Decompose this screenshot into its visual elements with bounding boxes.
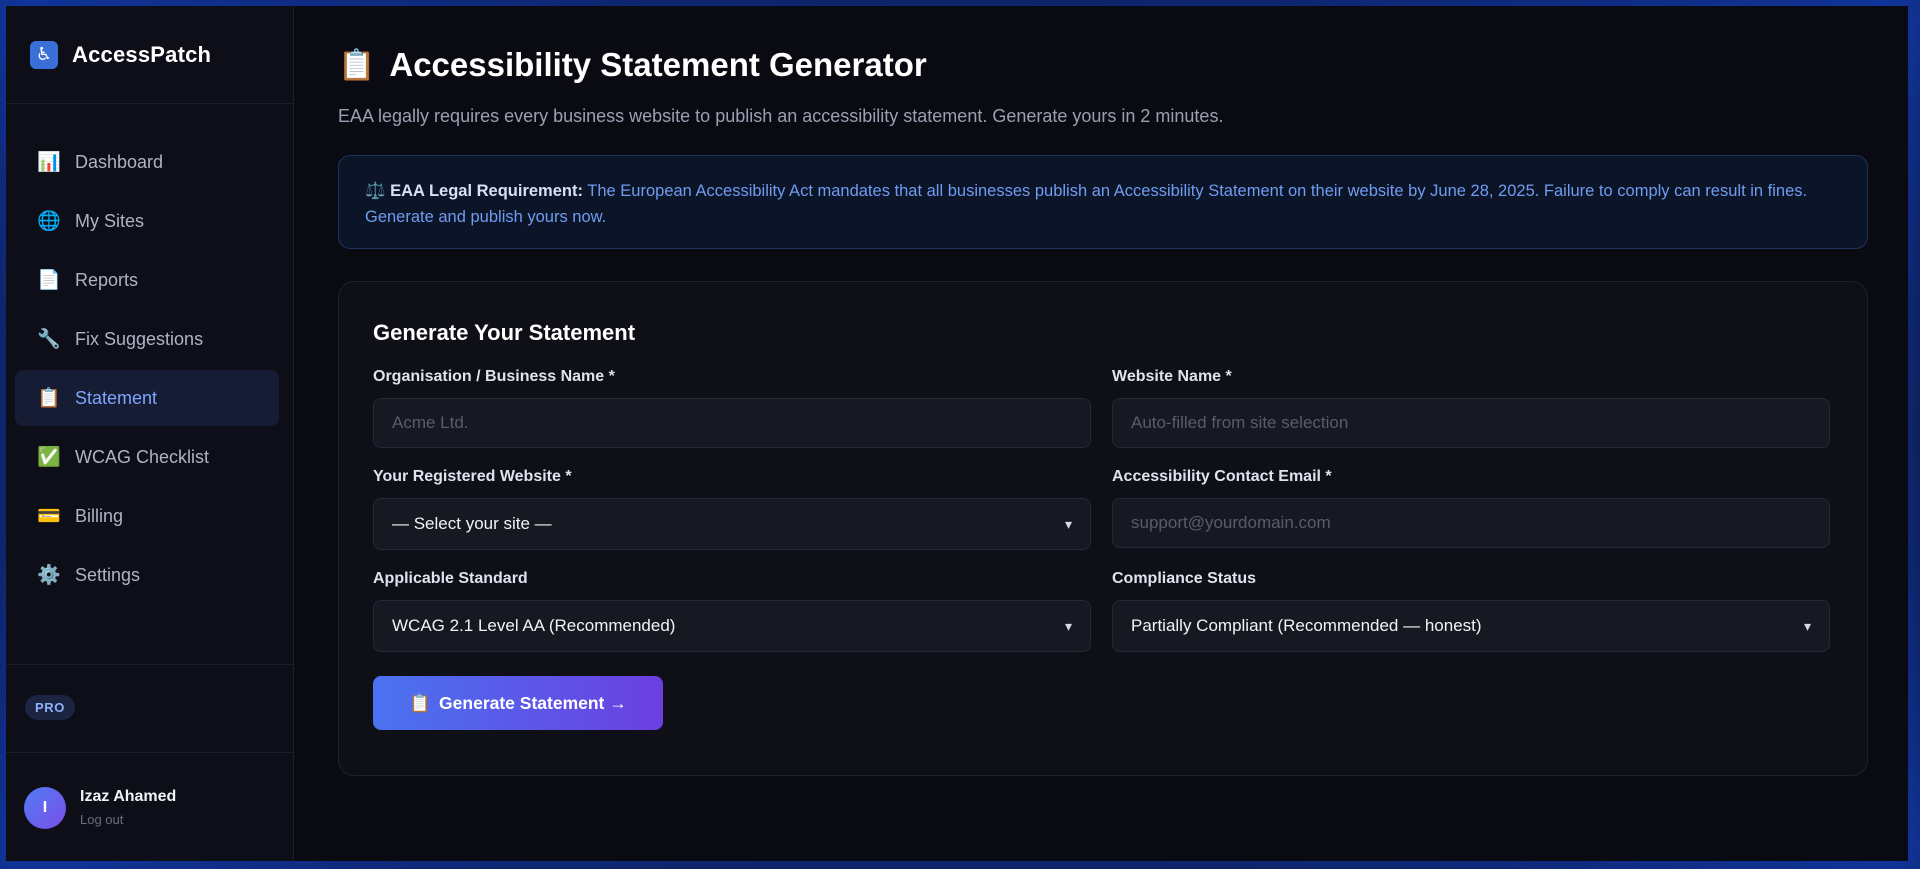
email-label: Accessibility Contact Email * (1112, 468, 1332, 485)
site-field-group: Your Registered Website * — Select your … (373, 468, 1091, 550)
standard-select-value: WCAG 2.1 Level AA (Recommended) (392, 616, 676, 635)
status-select-value: Partially Compliant (Recommended — hones… (1131, 616, 1482, 635)
page-subtitle: EAA legally requires every business webs… (338, 106, 1224, 126)
chevron-down-icon: ▾ (1803, 617, 1811, 634)
sidebar-item-label: Fix Suggestions (75, 328, 204, 349)
wrench-icon: 🔧 (37, 329, 61, 350)
legal-notice: ⚖️ EAA Legal Requirement: The European A… (338, 155, 1868, 249)
brand-name: AccessPatch (72, 41, 212, 67)
user-section: I Izaz Ahamed Log out (6, 752, 293, 862)
sidebar-item-label: Dashboard (75, 151, 164, 172)
sidebar-item-label: Billing (75, 505, 124, 526)
site-select-value: — Select your site — (392, 514, 552, 533)
plan-section: PRO (6, 664, 293, 752)
sidebar-item-label: Statement (75, 387, 158, 408)
user-info: Izaz Ahamed Log out (80, 788, 176, 827)
email-field-group: Accessibility Contact Email * support@yo… (1112, 468, 1830, 550)
status-field-group: Compliance Status Partially Compliant (R… (1112, 570, 1830, 652)
plan-badge: PRO (25, 695, 75, 720)
sidebar-item-billing[interactable]: 💳 Billing (15, 488, 279, 544)
bar-chart-icon: 📊 (37, 152, 61, 173)
scales-icon: ⚖️ (365, 182, 386, 200)
sidebar-item-label: Settings (75, 564, 141, 585)
generate-statement-button[interactable]: 📋 Generate Statement → (373, 676, 663, 730)
website-name-input[interactable]: Auto-filled from site selection (1112, 398, 1830, 448)
status-select[interactable]: Partially Compliant (Recommended — hones… (1112, 600, 1830, 652)
org-label: Organisation / Business Name * (373, 368, 615, 385)
sidebar-item-reports[interactable]: 📄 Reports (15, 252, 279, 308)
statement-form: Generate Your Statement Organisation / B… (338, 281, 1868, 776)
notice-label: EAA Legal Requirement: (390, 182, 583, 200)
chevron-down-icon: ▾ (1064, 617, 1072, 634)
page-title-text: Accessibility Statement Generator (389, 46, 927, 83)
sidebar-item-fix-suggestions[interactable]: 🔧 Fix Suggestions (15, 311, 279, 367)
page-title: 📋 Accessibility Statement Generator (338, 46, 1868, 84)
org-field-group: Organisation / Business Name * Acme Ltd. (373, 368, 1091, 448)
sidebar-nav: 📊 Dashboard 🌐 My Sites 📄 Reports 🔧 Fix S… (6, 104, 293, 603)
email-field[interactable]: support@yourdomain.com (1112, 498, 1830, 548)
standard-select[interactable]: WCAG 2.1 Level AA (Recommended) ▾ (373, 600, 1091, 652)
brand[interactable]: ♿ AccessPatch (6, 6, 293, 104)
sidebar-item-my-sites[interactable]: 🌐 My Sites (15, 193, 279, 249)
form-title: Generate Your Statement (373, 320, 636, 345)
logout-link[interactable]: Log out (80, 812, 176, 827)
website-name-field-group: Website Name * Auto-filled from site sel… (1112, 368, 1830, 448)
sidebar-item-label: Reports (75, 269, 139, 290)
checkmark-icon: ✅ (37, 447, 61, 468)
site-label: Your Registered Website * (373, 468, 572, 485)
sidebar-item-label: My Sites (75, 210, 145, 231)
sidebar-item-settings[interactable]: ⚙️ Settings (15, 547, 279, 603)
site-select[interactable]: — Select your site — ▾ (373, 498, 1091, 550)
sidebar: ♿ AccessPatch 📊 Dashboard 🌐 My Sites 📄 R… (6, 6, 294, 861)
credit-card-icon: 💳 (37, 506, 61, 527)
app-window: ♿ AccessPatch 📊 Dashboard 🌐 My Sites 📄 R… (6, 6, 1908, 861)
user-name: Izaz Ahamed (80, 788, 177, 805)
clipboard-icon: 📋 (37, 388, 61, 409)
avatar[interactable]: I (24, 786, 66, 829)
document-icon: 📄 (37, 270, 61, 291)
generate-button-label: Generate Statement → (439, 692, 627, 713)
chevron-down-icon: ▾ (1064, 515, 1072, 532)
form-grid: Organisation / Business Name * Acme Ltd.… (373, 368, 1833, 672)
status-label: Compliance Status (1112, 570, 1257, 587)
org-name-input[interactable]: Acme Ltd. (373, 398, 1091, 448)
wheelchair-icon: ♿ (30, 40, 58, 69)
clipboard-icon: 📋 (338, 48, 376, 82)
screen-frame: ♿ AccessPatch 📊 Dashboard 🌐 My Sites 📄 R… (0, 0, 1920, 869)
standard-label: Applicable Standard (373, 570, 528, 587)
clipboard-icon: 📋 (409, 692, 432, 713)
website-name-label: Website Name * (1112, 368, 1232, 385)
gear-icon: ⚙️ (37, 565, 61, 586)
sidebar-item-label: WCAG Checklist (75, 446, 210, 467)
main-content: 📋 Accessibility Statement Generator EAA … (294, 6, 1908, 861)
standard-field-group: Applicable Standard WCAG 2.1 Level AA (R… (373, 570, 1091, 652)
globe-icon: 🌐 (37, 211, 61, 232)
sidebar-item-statement[interactable]: 📋 Statement (15, 370, 279, 426)
sidebar-item-wcag-checklist[interactable]: ✅ WCAG Checklist (15, 429, 279, 485)
sidebar-item-dashboard[interactable]: 📊 Dashboard (15, 134, 279, 190)
